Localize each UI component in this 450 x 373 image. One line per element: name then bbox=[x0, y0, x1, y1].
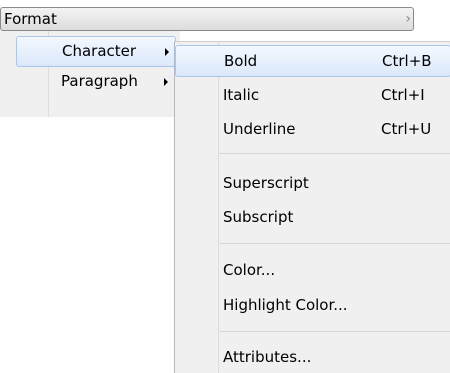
menu-item-highlight-color[interactable]: Highlight Color... bbox=[178, 290, 450, 322]
character-submenu: Bold Ctrl+B Italic Ctrl+I Underline Ctrl… bbox=[174, 41, 450, 373]
menu-item-color[interactable]: Color... bbox=[178, 255, 450, 287]
menu-separator bbox=[219, 331, 450, 332]
submenu-arrow-icon bbox=[164, 78, 168, 86]
menu-item-label: Superscript bbox=[223, 174, 309, 192]
menu-item-label: Color... bbox=[223, 261, 276, 279]
menu-separator bbox=[219, 243, 450, 244]
format-submenu: Character Paragraph bbox=[0, 31, 180, 117]
submenu-arrow-icon bbox=[165, 48, 169, 56]
menu-separator bbox=[219, 153, 450, 154]
menu-item-shortcut: Ctrl+B bbox=[382, 52, 432, 70]
menu-item-label: Highlight Color... bbox=[223, 296, 348, 314]
format-menu-button[interactable]: Format › bbox=[0, 7, 414, 31]
menu-item-bold[interactable]: Bold Ctrl+B bbox=[175, 45, 450, 77]
menu-item-paragraph[interactable]: Paragraph bbox=[16, 67, 176, 98]
menu-item-label: Subscript bbox=[223, 208, 294, 226]
menu-item-shortcut: Ctrl+I bbox=[381, 86, 425, 104]
menu-item-attributes[interactable]: Attributes... bbox=[178, 342, 450, 373]
menu-item-label: Underline bbox=[223, 120, 296, 138]
menu-item-superscript[interactable]: Superscript bbox=[178, 168, 450, 200]
menu-item-character[interactable]: Character bbox=[16, 36, 176, 67]
chevron-right-icon: › bbox=[405, 11, 411, 27]
format-menu-label: Format bbox=[4, 10, 57, 28]
menu-item-label: Attributes... bbox=[223, 348, 312, 366]
menu-item-label: Character bbox=[62, 42, 137, 60]
menu-item-shortcut: Ctrl+U bbox=[381, 120, 432, 138]
format-menu-screen: Format › Character Paragraph Bold Ctrl+B… bbox=[0, 0, 450, 373]
menu-item-label: Bold bbox=[224, 52, 258, 70]
menu-item-italic[interactable]: Italic Ctrl+I bbox=[178, 80, 450, 112]
menu-item-label: Italic bbox=[223, 86, 260, 104]
menu-item-label: Paragraph bbox=[61, 72, 138, 90]
menu-item-underline[interactable]: Underline Ctrl+U bbox=[178, 114, 450, 146]
menu-item-subscript[interactable]: Subscript bbox=[178, 202, 450, 234]
